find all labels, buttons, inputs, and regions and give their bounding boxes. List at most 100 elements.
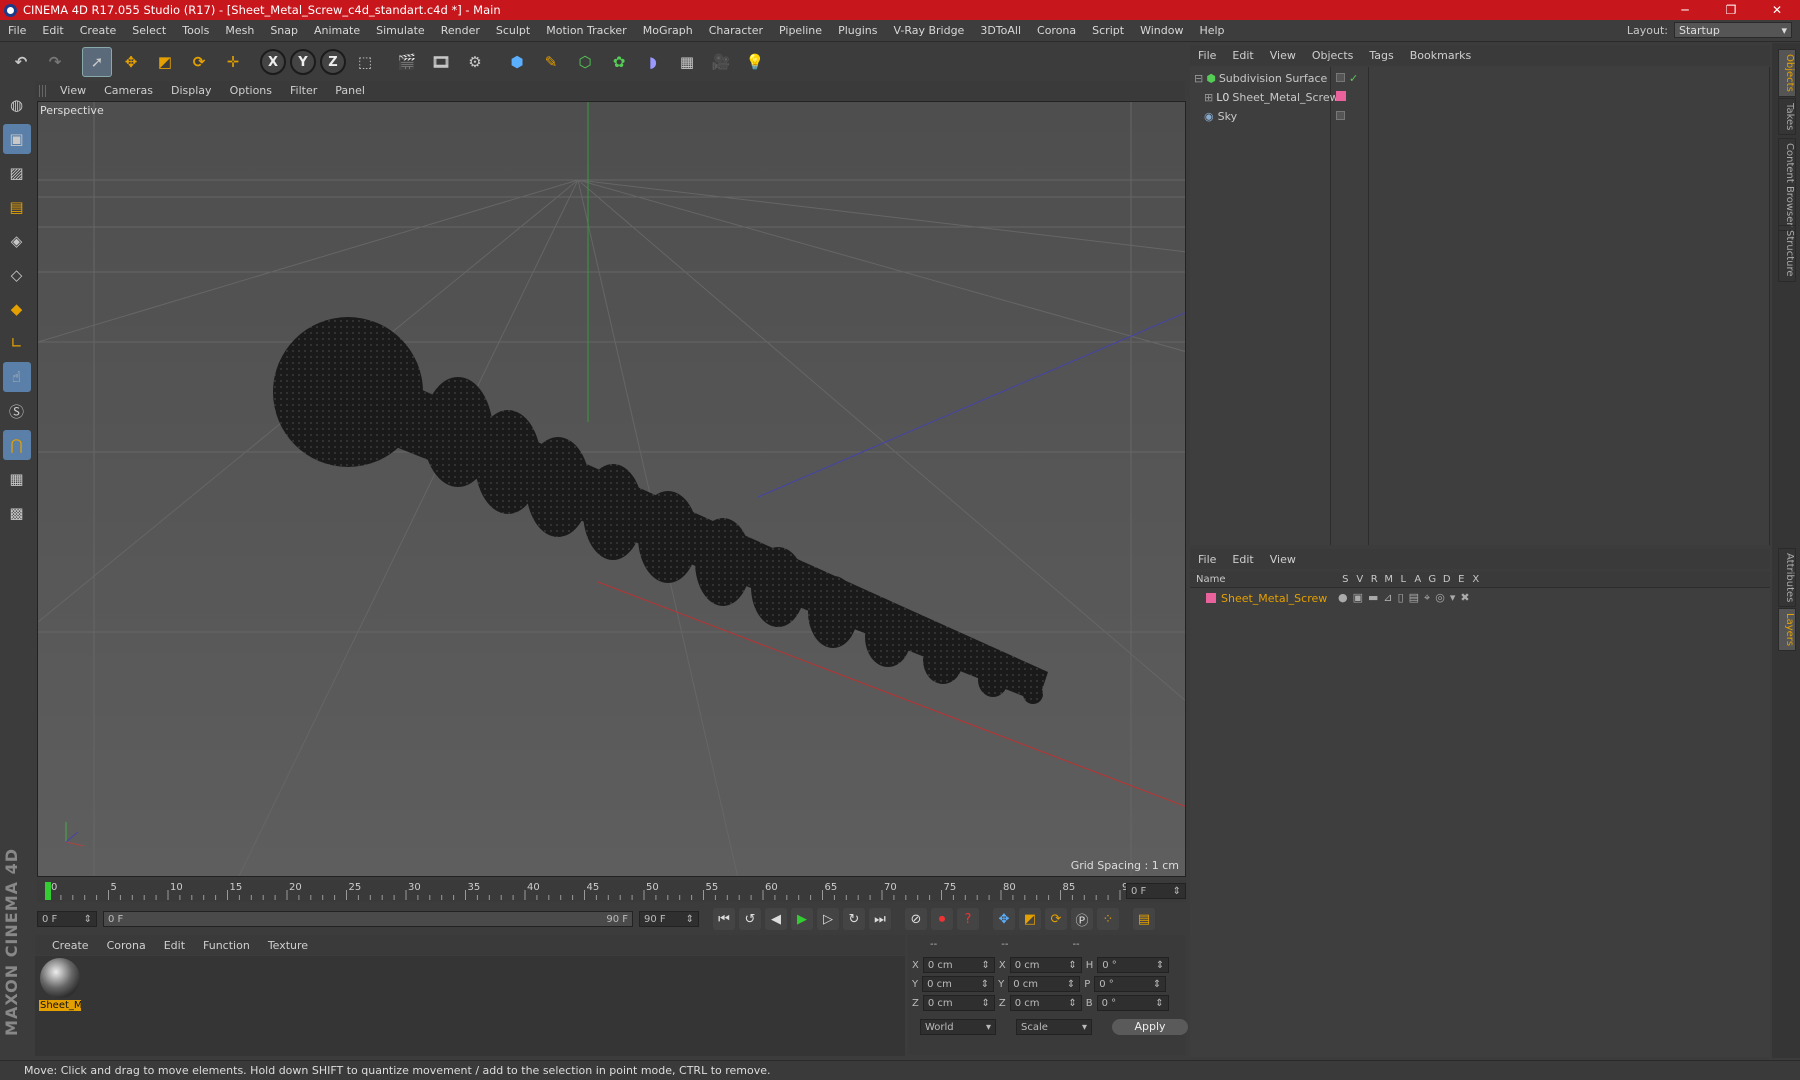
viewport-menu-view[interactable]: View — [51, 84, 95, 97]
viewport-menu-cameras[interactable]: Cameras — [95, 84, 162, 97]
make-editable-icon[interactable]: ◍ — [3, 90, 31, 120]
previous-key-icon[interactable]: ↺ — [739, 908, 761, 930]
menu-edit[interactable]: Edit — [34, 24, 71, 37]
autokey-icon[interactable]: ⏺ — [931, 908, 953, 930]
go-to-start-icon[interactable]: ⏮ — [713, 908, 735, 930]
layer-menu-edit[interactable]: Edit — [1224, 553, 1261, 566]
material-menu-function[interactable]: Function — [194, 939, 259, 952]
snap-magnet-icon[interactable]: ⋂ — [2, 430, 31, 460]
menu-simulate[interactable]: Simulate — [368, 24, 433, 37]
edges-mode-icon[interactable]: ◇ — [3, 260, 31, 290]
key-pla-icon[interactable]: ⁘ — [1097, 908, 1119, 930]
apply-button[interactable]: Apply — [1112, 1019, 1188, 1035]
object-row-screw[interactable]: ⊞ L0 Sheet_Metal_Screw — [1190, 88, 1770, 106]
rotate-tool-icon[interactable]: ⟳ — [184, 47, 214, 77]
select-tool-icon[interactable]: ➚ — [82, 47, 112, 77]
pos-y-field[interactable]: 0 cm ⇕ — [922, 976, 995, 992]
minimize-button[interactable]: ─ — [1662, 0, 1708, 20]
key-param-icon[interactable]: Ⓟ — [1071, 908, 1093, 930]
object-menu-file[interactable]: File — [1190, 49, 1224, 62]
menu-motion-tracker[interactable]: Motion Tracker — [538, 24, 634, 37]
menu-plugins[interactable]: Plugins — [830, 24, 885, 37]
points-mode-icon[interactable]: ◈ — [3, 226, 31, 256]
render-view-icon[interactable]: 🎬 — [392, 47, 422, 77]
y-axis-button[interactable]: Y — [290, 49, 316, 75]
scale-dropdown[interactable]: Scale ▾ — [1016, 1019, 1092, 1035]
menu-mograph[interactable]: MoGraph — [635, 24, 701, 37]
tweak-icon[interactable]: ☝ — [2, 362, 31, 392]
material-tag-icon[interactable] — [1336, 90, 1351, 104]
visibility-toggle-icon[interactable]: ✓ — [1336, 72, 1358, 85]
layer-flags-icons[interactable]: ●▣▬⊿▯▤⌖◎▾✖ — [1338, 591, 1475, 605]
polygons-mode-icon[interactable]: ◆ — [3, 294, 31, 324]
viewport-menu-options[interactable]: Options — [221, 84, 281, 97]
material-item[interactable]: Sheet_M — [39, 958, 81, 1012]
previous-frame-icon[interactable]: ◀ — [765, 908, 787, 930]
menu-render[interactable]: Render — [433, 24, 488, 37]
pen-spline-icon[interactable]: ✎ — [536, 47, 566, 77]
material-menu-texture[interactable]: Texture — [259, 939, 317, 952]
deformer-icon[interactable]: ◗ — [638, 47, 668, 77]
world-dropdown[interactable]: World ▾ — [920, 1019, 996, 1035]
object-menu-view[interactable]: View — [1262, 49, 1304, 62]
floor-icon[interactable]: ▦ — [672, 47, 702, 77]
start-frame-field[interactable]: 0 F ⇕ — [37, 911, 97, 927]
menu-help[interactable]: Help — [1191, 24, 1232, 37]
tab-attributes[interactable]: Attributes — [1778, 548, 1796, 608]
texture-mode-icon[interactable]: ▨ — [3, 158, 31, 188]
layer-menu-file[interactable]: File — [1190, 553, 1224, 566]
object-menu-objects[interactable]: Objects — [1304, 49, 1362, 62]
pos-x-field[interactable]: 0 cm ⇕ — [922, 957, 995, 973]
current-frame-field[interactable]: 0 F ⇕ — [1126, 883, 1186, 899]
menu-window[interactable]: Window — [1132, 24, 1191, 37]
maximize-button[interactable]: ❐ — [1708, 0, 1754, 20]
tab-layers[interactable]: Layers — [1778, 608, 1796, 652]
tab-objects[interactable]: Objects — [1778, 49, 1796, 97]
tab-content-browser[interactable]: Content Browser — [1778, 138, 1796, 232]
menu-character[interactable]: Character — [701, 24, 771, 37]
play-icon[interactable]: ▶ — [791, 908, 813, 930]
render-settings-icon[interactable]: ⚙ — [460, 47, 490, 77]
rot-h-field[interactable]: 0 ° ⇕ — [1097, 957, 1170, 973]
lock-workplane-icon[interactable]: ▦ — [3, 464, 31, 494]
menu-script[interactable]: Script — [1084, 24, 1132, 37]
next-frame-icon[interactable]: ▷ — [817, 908, 839, 930]
menu-animate[interactable]: Animate — [306, 24, 368, 37]
size-z-field[interactable]: 0 cm ⇕ — [1009, 995, 1082, 1011]
object-row-sky[interactable]: ◉ Sky — [1190, 107, 1770, 125]
tab-takes[interactable]: Takes — [1778, 98, 1796, 136]
size-x-field[interactable]: 0 cm ⇕ — [1009, 957, 1082, 973]
rot-b-field[interactable]: 0 ° ⇕ — [1096, 995, 1169, 1011]
visibility-toggle-icon[interactable] — [1336, 110, 1349, 123]
menu-create[interactable]: Create — [72, 24, 125, 37]
size-y-field[interactable]: 0 cm ⇕ — [1008, 976, 1081, 992]
key-position-icon[interactable]: ✥ — [993, 908, 1015, 930]
viewport-menu-panel[interactable]: Panel — [326, 84, 374, 97]
pos-z-field[interactable]: 0 cm ⇕ — [922, 995, 995, 1011]
object-menu-edit[interactable]: Edit — [1224, 49, 1261, 62]
z-axis-button[interactable]: Z — [320, 49, 346, 75]
array-icon[interactable]: ✿ — [604, 47, 634, 77]
close-button[interactable]: ✕ — [1754, 0, 1800, 20]
layer-row[interactable]: Sheet_Metal_Screw ●▣▬⊿▯▤⌖◎▾✖ — [1190, 589, 1770, 607]
cube-icon[interactable]: ⬢ — [502, 47, 532, 77]
axis-mode-icon[interactable]: ∟ — [3, 328, 31, 358]
solo-icon[interactable]: Ⓢ — [3, 396, 31, 426]
menu-pipeline[interactable]: Pipeline — [771, 24, 830, 37]
record-keys-icon[interactable]: ⊘ — [905, 908, 927, 930]
key-rotation-icon[interactable]: ⟳ — [1045, 908, 1067, 930]
material-menu-corona[interactable]: Corona — [98, 939, 155, 952]
menu-corona[interactable]: Corona — [1029, 24, 1084, 37]
coordinate-system-icon[interactable]: ⬚ — [350, 47, 380, 77]
menu-tools[interactable]: Tools — [174, 24, 217, 37]
viewport-menu-display[interactable]: Display — [162, 84, 221, 97]
tab-structure[interactable]: Structure — [1778, 225, 1796, 282]
material-menu-edit[interactable]: Edit — [155, 939, 194, 952]
perspective-viewport[interactable]: Perspective Grid Spacing : 1 cm — [37, 101, 1186, 877]
layout-dropdown[interactable]: Startup ▾ — [1674, 22, 1792, 38]
menu-v-ray-bridge[interactable]: V-Ray Bridge — [885, 24, 972, 37]
undo-icon[interactable]: ↶ — [6, 47, 36, 77]
rot-p-field[interactable]: 0 ° ⇕ — [1094, 976, 1167, 992]
go-to-end-icon[interactable]: ⏭ — [869, 908, 891, 930]
object-menu-tags[interactable]: Tags — [1361, 49, 1401, 62]
